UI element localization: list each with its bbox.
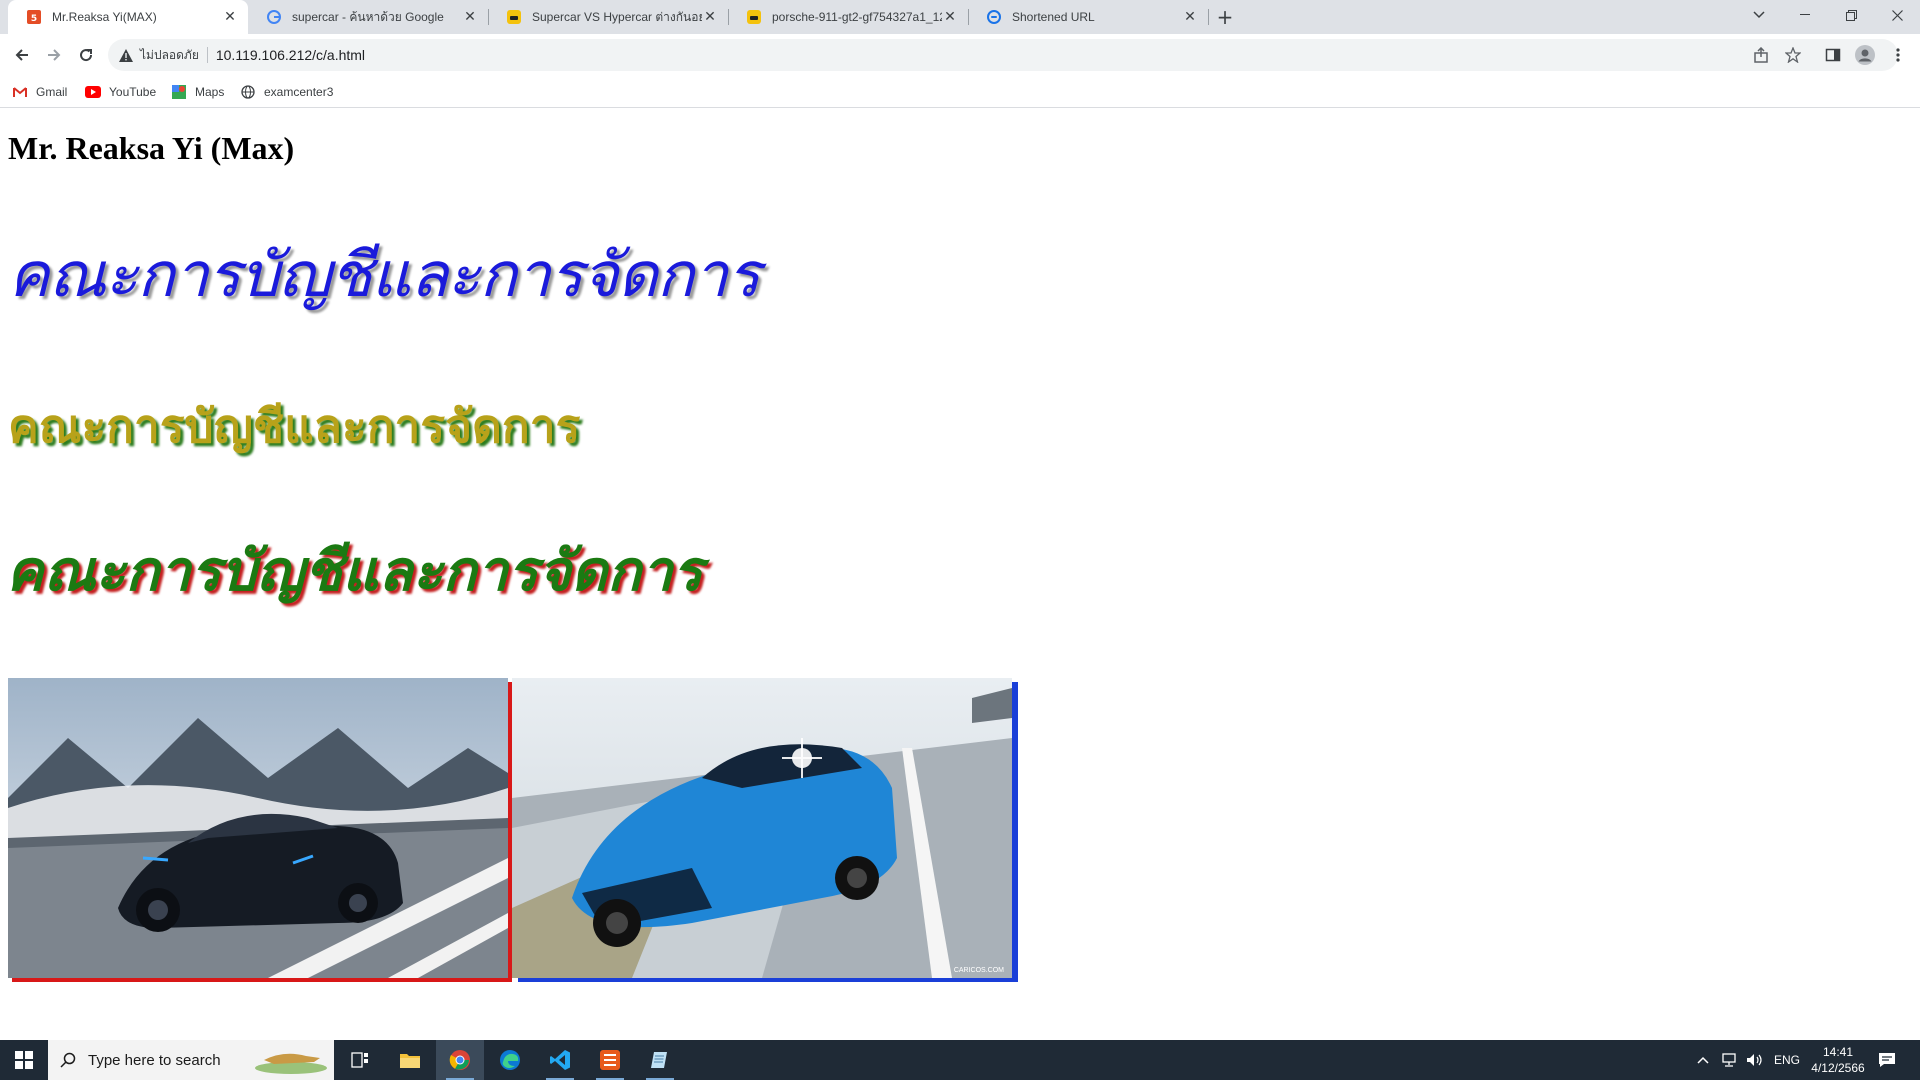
maps-icon <box>171 84 187 100</box>
bookmark-maps[interactable]: Maps <box>171 82 224 102</box>
tab-mr-reaksa[interactable]: 5 Mr.Reaksa Yi(MAX) ✕ <box>8 0 248 34</box>
web-page: Mr. Reaksa Yi (Max) คณะการบัญชีและการจัด… <box>0 108 1920 1040</box>
close-tab-icon[interactable]: ✕ <box>702 9 718 25</box>
url-text[interactable]: 10.119.106.212/c/a.html <box>216 47 365 63</box>
search-highlight-image-icon <box>254 1046 328 1079</box>
bookmark-label: examcenter3 <box>264 85 334 99</box>
edge-icon[interactable] <box>486 1040 534 1080</box>
share-icon[interactable] <box>1747 41 1775 69</box>
search-placeholder: Type here to search <box>88 1051 221 1069</box>
blue-supercar-image: CARICOS.COM <box>512 678 1012 978</box>
chrome-icon[interactable] <box>436 1040 484 1080</box>
taskbar-search-box[interactable]: Type here to search <box>48 1040 334 1080</box>
windows-taskbar: Type here to search ENG 14:41 4/12/2566 <box>0 1040 1920 1080</box>
youtube-icon <box>85 84 101 100</box>
car-site-icon <box>746 9 762 25</box>
tab-search-chevron-icon[interactable] <box>1736 0 1782 30</box>
reload-icon[interactable] <box>72 41 100 69</box>
bookmark-youtube[interactable]: YouTube <box>85 82 156 102</box>
minimize-button[interactable] <box>1782 0 1828 30</box>
back-arrow-icon[interactable] <box>8 41 36 69</box>
google-icon <box>266 9 282 25</box>
show-hidden-icons-chevron-icon[interactable] <box>1697 1040 1709 1080</box>
forward-arrow-icon[interactable] <box>40 41 68 69</box>
tab-title: Shortened URL <box>1012 10 1095 24</box>
car-site-icon <box>506 9 522 25</box>
tab-divider <box>1208 9 1209 25</box>
notification-center-icon[interactable] <box>1878 1040 1896 1080</box>
tab-supercar-vs-hypercar[interactable]: Supercar VS Hypercar ต่างกันอย่างไร ✕ <box>488 0 728 34</box>
bookmarks-bar: Gmail YouTube Maps examcenter3 <box>0 76 1920 108</box>
bookmark-label: YouTube <box>109 85 157 99</box>
clock-date: 4/12/2566 <box>1811 1061 1865 1075</box>
faculty-heading-blue: คณะการบัญชีและการจัดการ <box>8 238 760 311</box>
not-secure-label[interactable]: ไม่ปลอดภัย <box>140 46 199 65</box>
more-menu-icon[interactable] <box>1884 41 1912 69</box>
tab-porsche-image[interactable]: porsche-911-gt2-gf754327a1_1280 ✕ <box>728 0 968 34</box>
svg-text:5: 5 <box>31 14 37 24</box>
tab-title: porsche-911-gt2-gf754327a1_1280 <box>772 10 942 24</box>
taskbar-clock[interactable]: 14:41 4/12/2566 <box>1808 1044 1868 1076</box>
clock-time: 14:41 <box>1822 1045 1854 1059</box>
tab-title: Mr.Reaksa Yi(MAX) <box>52 10 157 24</box>
bookmark-gmail[interactable]: Gmail <box>12 82 67 102</box>
tab-title: supercar - ค้นหาด้วย Google <box>292 9 444 24</box>
black-supercar-image <box>8 678 508 978</box>
faculty-heading-green: คณะการบัญชีและการจัดการ <box>6 539 703 604</box>
warning-triangle-icon[interactable] <box>118 47 134 63</box>
address-bar[interactable]: ไม่ปลอดภัย 10.119.106.212/c/a.html <box>108 39 1898 71</box>
globe-icon <box>240 84 256 100</box>
close-tab-icon[interactable]: ✕ <box>1182 9 1198 25</box>
close-tab-icon[interactable]: ✕ <box>942 9 958 25</box>
close-window-button[interactable] <box>1874 0 1920 30</box>
language-indicator[interactable]: ENG <box>1774 1040 1800 1080</box>
profile-avatar-icon[interactable] <box>1851 41 1879 69</box>
vscode-icon[interactable] <box>536 1040 584 1080</box>
side-panel-icon[interactable] <box>1819 41 1847 69</box>
file-explorer-icon[interactable] <box>386 1040 434 1080</box>
bookmark-label: Gmail <box>36 85 68 99</box>
bookmark-star-icon[interactable] <box>1779 41 1807 69</box>
browser-toolbar: ไม่ปลอดภัย 10.119.106.212/c/a.html <box>0 34 1920 76</box>
omnibox-divider <box>206 47 208 63</box>
close-tab-icon[interactable]: ✕ <box>222 9 238 25</box>
page-title: Mr. Reaksa Yi (Max) <box>8 130 295 166</box>
tab-supercar-google[interactable]: supercar - ค้นหาด้วย Google ✕ <box>248 0 488 34</box>
volume-icon[interactable] <box>1746 1040 1764 1080</box>
search-icon <box>48 1052 88 1068</box>
gmail-icon <box>12 84 28 100</box>
bookmark-examcenter3[interactable]: examcenter3 <box>240 82 333 102</box>
tab-strip: 5 Mr.Reaksa Yi(MAX) ✕ supercar - ค้นหาด้… <box>0 0 1920 34</box>
tab-shortened-url[interactable]: Shortened URL ✕ <box>968 0 1208 34</box>
task-view-icon[interactable] <box>336 1040 384 1080</box>
windows-start-icon[interactable] <box>0 1040 48 1080</box>
restore-button[interactable] <box>1828 0 1874 30</box>
network-icon[interactable] <box>1722 1040 1740 1080</box>
html-editor-icon[interactable] <box>586 1040 634 1080</box>
link-icon <box>986 9 1002 25</box>
image-watermark: CARICOS.COM <box>953 967 1004 974</box>
tab-title: Supercar VS Hypercar ต่างกันอย่างไร <box>532 9 702 24</box>
bookmark-label: Maps <box>195 85 225 99</box>
new-tab-button[interactable]: + <box>1213 5 1237 29</box>
html5-icon: 5 <box>26 9 42 25</box>
faculty-heading-gold: คณะการบัญชีและการจัดการ <box>8 399 581 453</box>
close-tab-icon[interactable]: ✕ <box>462 9 478 25</box>
notepad-icon[interactable] <box>636 1040 684 1080</box>
